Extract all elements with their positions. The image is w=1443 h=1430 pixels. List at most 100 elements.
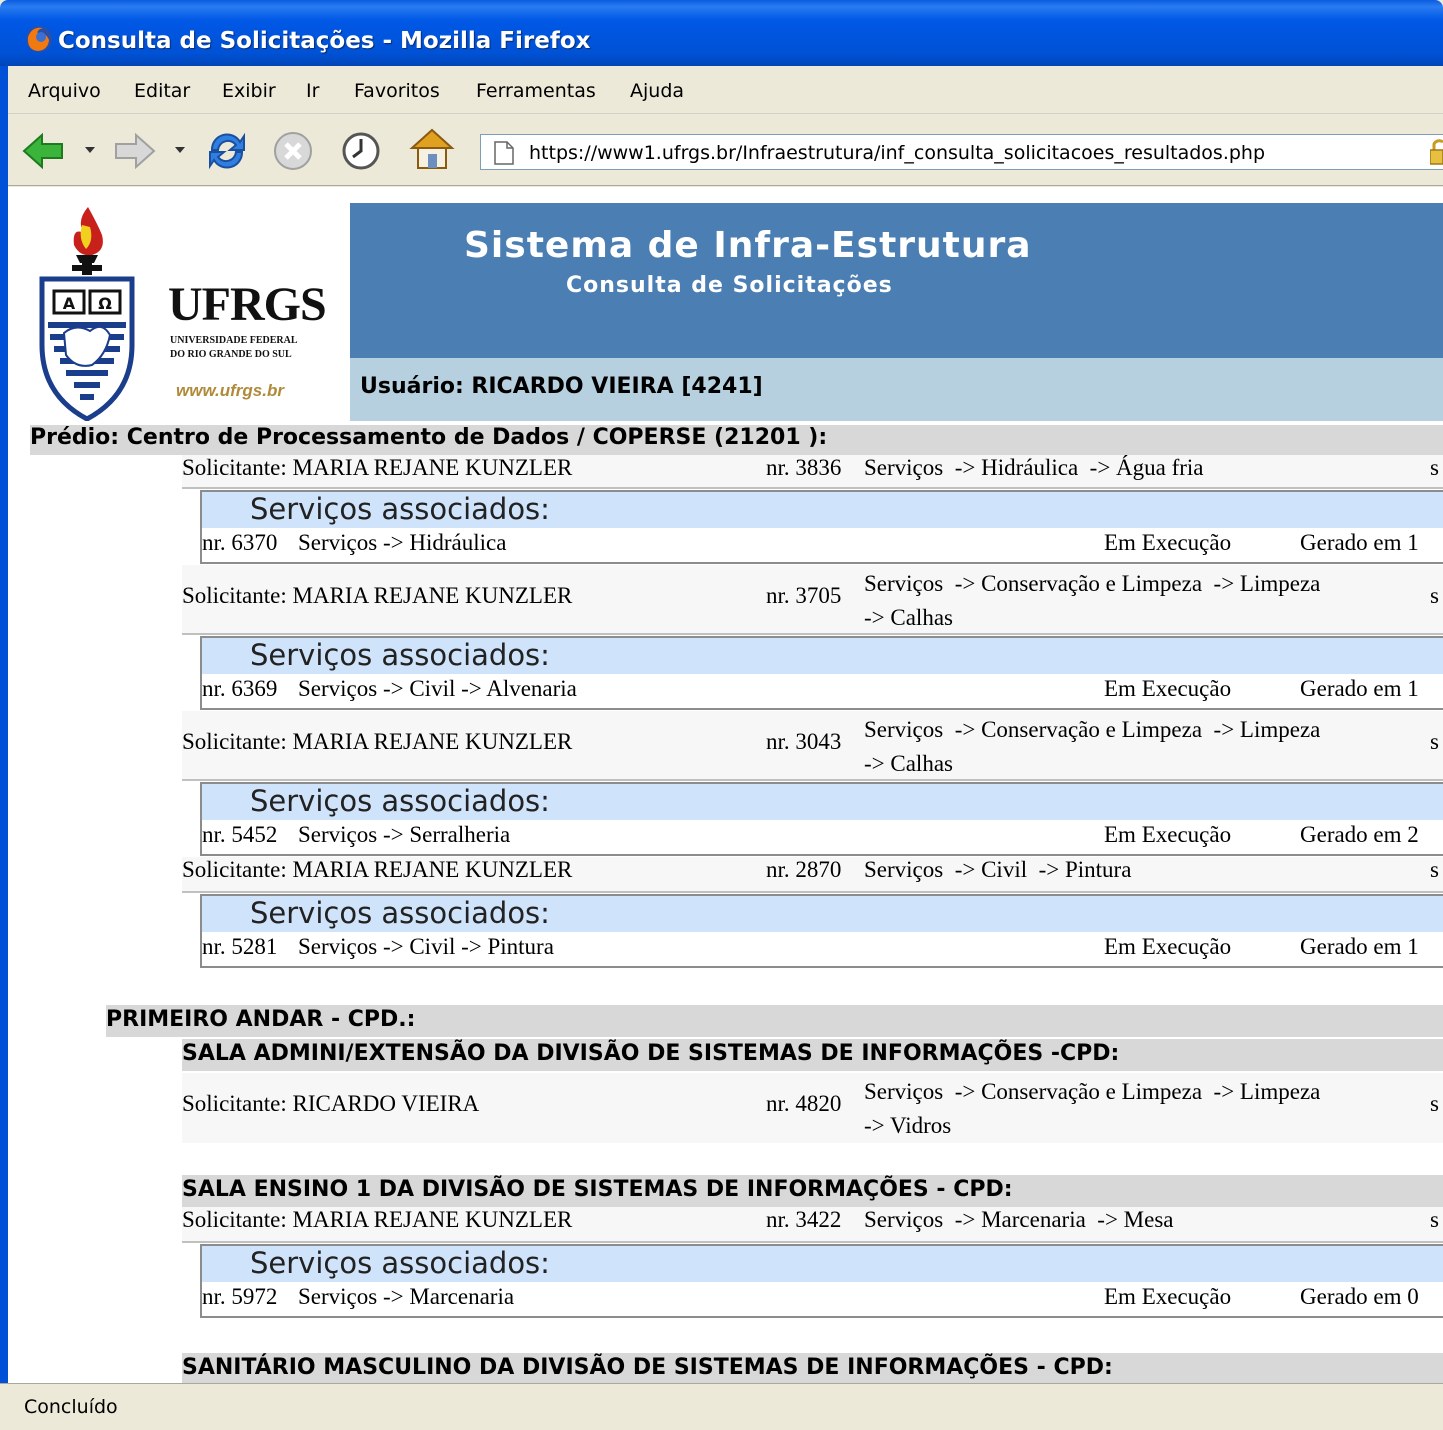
requester: Solicitante: MARIA REJANE KUNZLER [182,583,573,608]
request-service: Serviços -> Conservação e Limpeza -> Lim… [864,1079,1321,1138]
request-trailing: s [1430,729,1439,754]
associated-number: nr. 5452 [202,822,278,847]
back-dropdown-icon[interactable] [84,146,96,154]
url-text: https://www1.ufrgs.br/Infraestrutura/inf… [529,142,1266,164]
room-title: SALA ENSINO 1 DA DIVISÃO DE SISTEMAS DE … [182,1177,1013,1202]
request-row[interactable]: Solicitante: MARIA REJANE KUNZLER nr. 38… [182,455,1443,489]
request-row[interactable]: Solicitante: MARIA REJANE KUNZLER nr. 28… [182,857,1443,893]
associated-row[interactable]: nr. 6370 Serviços -> Hidráulica Em Execu… [202,528,1443,562]
home-icon[interactable] [408,126,456,172]
requester: Solicitante: MARIA REJANE KUNZLER [182,857,573,882]
reload-icon[interactable] [204,128,250,174]
navigation-toolbar: https://www1.ufrgs.br/Infraestrutura/inf… [8,114,1443,186]
room-heading: SALA ADMINI/EXTENSÃO DA DIVISÃO DE SISTE… [182,1039,1443,1071]
window-frame [0,66,8,1383]
request-row[interactable]: Solicitante: MARIA REJANE KUNZLER nr. 30… [182,711,1443,781]
menu-bar: Arquivo Editar Exibir Ir Favoritos Ferra… [8,66,1443,114]
user-label: Usuário: RICARDO VIEIRA [4241] [360,374,763,399]
associated-row[interactable]: nr. 6369 Serviços -> Civil -> Alvenaria … [202,674,1443,708]
associated-status: Em Execução [1104,822,1232,847]
associated-number: nr. 5281 [202,934,278,959]
associated-title: Serviços associados: [250,896,550,930]
associated-header: Serviços associados: [202,896,1443,932]
ufrgs-logo: A Ω UFRGS UNIVERSIDADE FEDERAL DO RIO GR… [30,203,350,421]
request-trailing: s [1430,455,1439,480]
associated-title: Serviços associados: [250,638,550,672]
associated-row[interactable]: nr. 5972 Serviços -> Marcenaria Em Execu… [202,1282,1443,1316]
requester: Solicitante: MARIA REJANE KUNZLER [182,1207,573,1232]
request-trailing: s [1430,583,1439,608]
page-icon [494,141,514,165]
forward-icon[interactable] [112,132,156,170]
request-service: Serviços -> Conservação e Limpeza -> Lim… [864,571,1321,630]
request-service: Serviços -> Marcenaria -> Mesa [864,1207,1174,1232]
requester: Solicitante: MARIA REJANE KUNZLER [182,455,573,480]
requester: Solicitante: RICARDO VIEIRA [182,1091,480,1116]
building-title: Prédio: Centro de Processamento de Dados… [30,425,828,450]
url-bar[interactable]: https://www1.ufrgs.br/Infraestrutura/inf… [480,134,1443,170]
associated-status: Em Execução [1104,1284,1232,1309]
request-trailing: s [1430,1207,1439,1232]
menu-ferramentas[interactable]: Ferramentas [476,80,596,102]
user-bar: Usuário: RICARDO VIEIRA [4241] [350,358,1443,421]
room-heading: SANITÁRIO MASCULINO DA DIVISÃO DE SISTEM… [182,1353,1443,1383]
associated-status: Em Execução [1104,934,1232,959]
logo-line-1: UNIVERSIDADE FEDERAL [170,335,298,346]
request-number: nr. 3705 [766,583,842,608]
request-row[interactable]: Solicitante: RICARDO VIEIRA nr. 4820 Ser… [182,1073,1443,1143]
associated-header: Serviços associados: [202,784,1443,820]
associated-row[interactable]: nr. 5452 Serviços -> Serralheria Em Exec… [202,820,1443,854]
associated-service: Serviços -> Hidráulica [298,530,507,555]
logo-line-2: DO RIO GRANDE DO SUL [170,349,292,360]
menu-ir[interactable]: Ir [306,80,319,102]
associated-service: Serviços -> Marcenaria [298,1284,515,1309]
request-row[interactable]: Solicitante: MARIA REJANE KUNZLER nr. 37… [182,565,1443,635]
stop-icon[interactable] [272,130,314,172]
associated-generated: Gerado em 1 [1300,676,1419,701]
request-number: nr. 3836 [766,455,842,480]
floor-title: PRIMEIRO ANDAR - CPD.: [106,1007,416,1032]
room-heading: SALA ENSINO 1 DA DIVISÃO DE SISTEMAS DE … [182,1175,1443,1207]
system-subtitle: Consulta de Solicitações [566,273,893,298]
back-icon[interactable] [22,132,66,170]
associated-header: Serviços associados: [202,638,1443,674]
associated-generated: Gerado em 1 [1300,934,1419,959]
associated-service: Serviços -> Civil -> Alvenaria [298,676,577,701]
page-content: A Ω UFRGS UNIVERSIDADE FEDERAL DO RIO GR… [8,187,1443,1383]
window-title: Consulta de Solicitações - Mozilla Firef… [58,28,591,54]
associated-generated: Gerado em 0 [1300,1284,1419,1309]
associated-title: Serviços associados: [250,1246,550,1280]
request-service: Serviços -> Conservação e Limpeza -> Lim… [864,717,1321,776]
room-title: SANITÁRIO MASCULINO DA DIVISÃO DE SISTEM… [182,1355,1113,1380]
associated-status: Em Execução [1104,676,1232,701]
requester: Solicitante: MARIA REJANE KUNZLER [182,729,573,754]
associated-header: Serviços associados: [202,492,1443,528]
forward-dropdown-icon[interactable] [174,146,186,154]
history-clock-icon[interactable] [340,130,382,172]
request-row[interactable]: Solicitante: MARIA REJANE KUNZLER nr. 34… [182,1207,1443,1243]
associated-header: Serviços associados: [202,1246,1443,1282]
associated-title: Serviços associados: [250,784,550,818]
svg-text:A: A [63,294,76,313]
associated-status: Em Execução [1104,530,1232,555]
menu-arquivo[interactable]: Arquivo [28,80,101,102]
menu-editar[interactable]: Editar [134,80,190,102]
ufrgs-shield-icon: A Ω [39,207,135,421]
firefox-icon [26,26,52,52]
request-number: nr. 3422 [766,1207,842,1232]
associated-title: Serviços associados: [250,492,550,526]
menu-ajuda[interactable]: Ajuda [630,80,684,102]
room-title: SALA ADMINI/EXTENSÃO DA DIVISÃO DE SISTE… [182,1041,1120,1066]
associated-generated: Gerado em 2 [1300,822,1419,847]
request-trailing: s [1430,1091,1439,1116]
associated-row[interactable]: nr. 5281 Serviços -> Civil -> Pintura Em… [202,932,1443,966]
building-heading: Prédio: Centro de Processamento de Dados… [30,425,1443,455]
request-service: Serviços -> Civil -> Pintura [864,857,1132,882]
lock-icon [1430,139,1443,165]
associated-service: Serviços -> Civil -> Pintura [298,934,554,959]
menu-exibir[interactable]: Exibir [222,80,276,102]
associated-service: Serviços -> Serralheria [298,822,511,847]
menu-favoritos[interactable]: Favoritos [354,80,440,102]
request-number: nr. 4820 [766,1091,842,1116]
system-title: Sistema de Infra-Estrutura [464,225,1032,266]
